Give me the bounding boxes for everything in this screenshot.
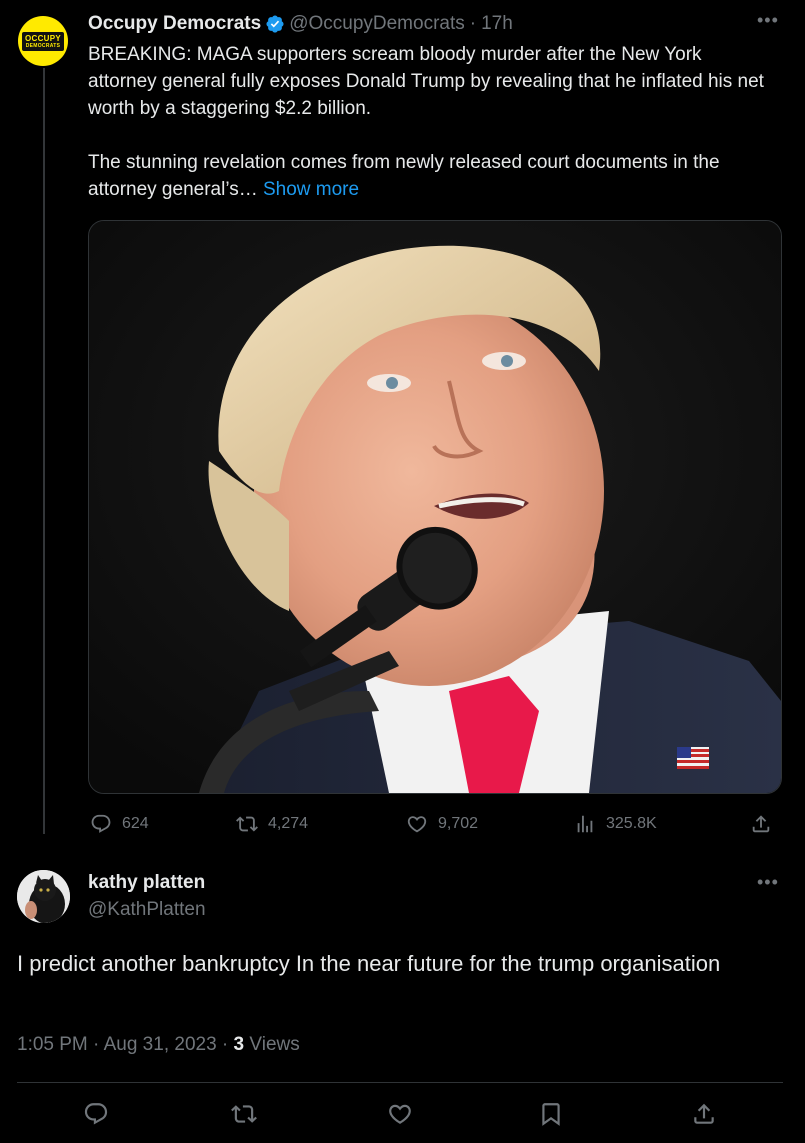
tweet-text: BREAKING: MAGA supporters scream bloody … — [88, 44, 764, 200]
views-count: 325.8K — [606, 815, 657, 832]
reply-icon[interactable] — [83, 1101, 109, 1127]
separator-dot: · — [469, 13, 477, 34]
reply-body: I predict another bankruptcy In the near… — [17, 951, 721, 976]
reply-icon — [91, 814, 111, 833]
views-icon — [577, 815, 593, 833]
tweet-time[interactable]: 17h — [481, 13, 513, 35]
author-display-name[interactable]: Occupy Democrats — [88, 13, 261, 35]
reply-views-count: 3 — [233, 1034, 245, 1055]
show-more-link[interactable]: Show more — [263, 179, 359, 200]
share-button[interactable] — [750, 810, 772, 838]
reply-count: 624 — [122, 815, 149, 832]
cat-photo — [17, 870, 70, 923]
author-handle[interactable]: @OccupyDemocrats — [289, 13, 465, 35]
tweet-actions-bar: 624 4,274 9,702 325.8K — [88, 810, 780, 838]
thread-connector-line — [43, 68, 45, 834]
reply-button[interactable]: 624 — [90, 810, 149, 838]
like-icon[interactable] — [387, 1101, 413, 1127]
occupy-democrats-logo: OCCUPY DEMOCRATS — [21, 31, 65, 51]
bookmark-icon[interactable] — [538, 1101, 564, 1127]
kathy-platten-avatar[interactable] — [17, 870, 70, 923]
reply-timestamp[interactable]: 1:05 PM · Aug 31, 2023 · — [17, 1034, 234, 1055]
like-count: 9,702 — [438, 815, 479, 832]
tweet-header: Occupy Democrats @OccupyDemocrats · 17h — [88, 12, 513, 36]
reply-author-display-name[interactable]: kathy platten — [88, 872, 205, 894]
like-button[interactable]: 9,702 — [406, 810, 478, 838]
repost-count: 4,274 — [268, 815, 309, 832]
like-icon — [407, 816, 427, 833]
tweet-body: BREAKING: MAGA supporters scream bloody … — [88, 41, 768, 203]
reply-views-label: Views — [244, 1034, 300, 1055]
repost-button[interactable]: 4,274 — [236, 810, 308, 838]
reply-actions-bar — [17, 1097, 783, 1131]
reply-more-icon[interactable]: ••• — [757, 872, 779, 893]
occupy-democrats-avatar[interactable]: OCCUPY DEMOCRATS — [18, 16, 68, 66]
more-icon[interactable]: ••• — [757, 10, 779, 31]
divider — [17, 1082, 783, 1083]
views-button[interactable]: 325.8K — [574, 810, 657, 838]
share-icon — [752, 815, 770, 833]
share-icon[interactable] — [691, 1101, 717, 1127]
reply-meta: 1:05 PM · Aug 31, 2023 · 3 Views — [17, 1034, 300, 1056]
verified-badge-icon[interactable] — [265, 14, 285, 34]
repost-icon — [236, 816, 258, 832]
reply-author-handle[interactable]: @KathPlatten — [88, 899, 206, 921]
repost-icon[interactable] — [231, 1101, 257, 1127]
tweet-media-image[interactable] — [88, 220, 782, 794]
portrait-photo — [89, 221, 781, 793]
